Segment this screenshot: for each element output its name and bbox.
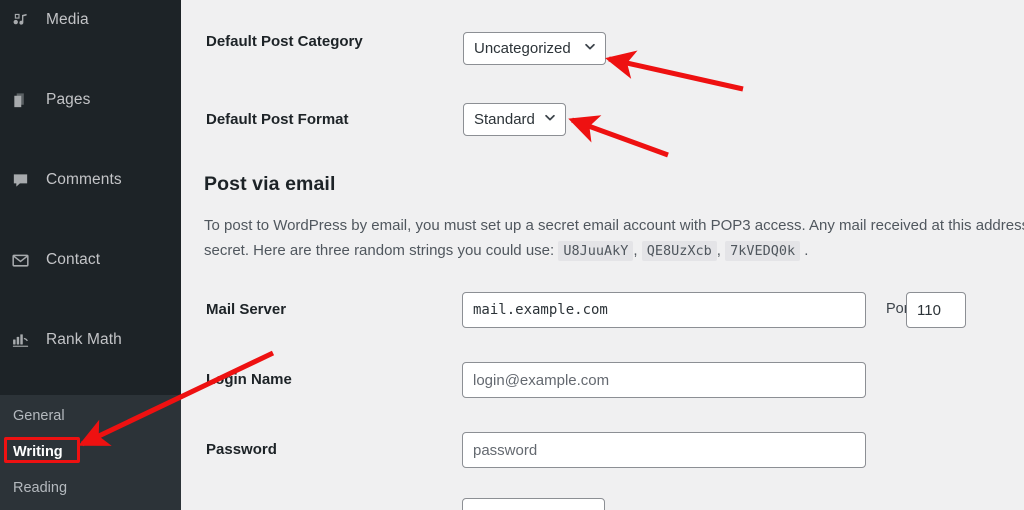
- default-post-format-select-wrap: Standard: [463, 103, 566, 136]
- sidebar-item-label: Media: [46, 11, 89, 28]
- sidebar-item-rank-math[interactable]: Rank Math: [0, 320, 181, 360]
- sidebar-item-writing[interactable]: Writing: [0, 434, 181, 470]
- pages-icon: [11, 90, 37, 110]
- default-post-category-label: Default Post Category: [206, 33, 363, 50]
- sidebar-item-pages[interactable]: Pages: [0, 80, 181, 120]
- default-post-category-select[interactable]: Uncategorized: [463, 32, 606, 65]
- settings-writing-form: Default Post Category Uncategorized Defa…: [181, 0, 1024, 510]
- sidebar-separator: [0, 200, 181, 209]
- settings-submenu: General Writing Reading: [0, 395, 181, 510]
- comments-icon: [11, 170, 37, 190]
- login-name-label: Login Name: [206, 371, 292, 388]
- envelope-icon: [11, 250, 37, 270]
- random-string-3: 7kVEDQ0k: [725, 241, 801, 261]
- password-input[interactable]: [462, 432, 866, 468]
- sidebar-item-general[interactable]: General: [0, 397, 181, 434]
- default-post-category-select-wrap: Uncategorized: [463, 32, 606, 65]
- description-line-2: secret. Here are three random strings yo…: [204, 242, 559, 259]
- media-icon: [11, 10, 37, 30]
- sidebar-item-comments[interactable]: Comments: [0, 160, 181, 200]
- random-string-2: QE8UzXcb: [641, 241, 717, 261]
- wordpress-admin-screen: Media Pages Comments Contact Rank Math G…: [0, 0, 1024, 510]
- sidebar-item-media[interactable]: Media: [0, 0, 181, 40]
- submenu-item-label: Writing: [13, 444, 63, 460]
- password-row: Password: [206, 441, 277, 458]
- sidebar-item-label: Contact: [46, 251, 101, 268]
- default-post-format-select[interactable]: Standard: [463, 103, 566, 136]
- sidebar-item-reading[interactable]: Reading: [0, 470, 181, 506]
- period: .: [804, 242, 809, 259]
- post-via-email-title: Post via email: [204, 173, 336, 195]
- login-name-input[interactable]: [462, 362, 866, 398]
- submenu-item-label: Reading: [13, 480, 68, 496]
- port-input[interactable]: [906, 292, 966, 328]
- sidebar-item-contact[interactable]: Contact: [0, 240, 181, 280]
- mail-server-input[interactable]: [462, 292, 866, 328]
- default-post-format-row: Default Post Format: [206, 111, 349, 128]
- sidebar-item-label: Rank Math: [46, 331, 122, 348]
- mail-server-row: Mail Server: [206, 301, 286, 318]
- random-string-1: U8JuuAkY: [558, 241, 634, 261]
- password-label: Password: [206, 441, 277, 458]
- login-name-row: Login Name: [206, 371, 292, 388]
- sidebar-item-label: Pages: [46, 91, 91, 108]
- rank-math-icon: [11, 330, 37, 350]
- mail-server-label: Mail Server: [206, 301, 287, 318]
- default-post-category-row: Default Post Category: [206, 33, 363, 50]
- default-post-format-label: Default Post Format: [206, 111, 349, 128]
- submenu-item-label: General: [13, 408, 65, 424]
- sidebar-item-label: Comments: [46, 171, 122, 188]
- description-line-1: To post to WordPress by email, you must …: [204, 217, 1024, 234]
- comma-2: ,: [716, 242, 721, 259]
- admin-sidebar: Media Pages Comments Contact Rank Math G…: [0, 0, 181, 510]
- comma-1: ,: [633, 242, 638, 259]
- default-mail-category-select-partial[interactable]: [462, 498, 605, 510]
- post-via-email-description: To post to WordPress by email, you must …: [204, 213, 1024, 264]
